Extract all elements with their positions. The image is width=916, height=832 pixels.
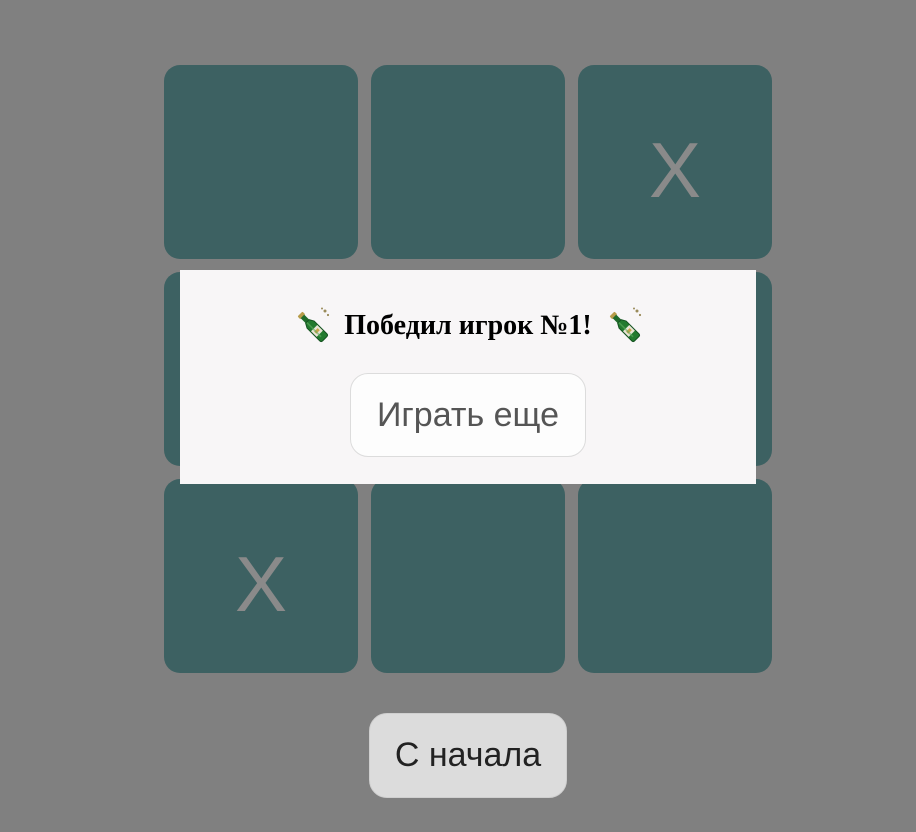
board-cell-9[interactable]	[578, 479, 772, 673]
champagne-bottle-icon	[292, 306, 332, 346]
restart-button[interactable]: С начала	[369, 713, 567, 798]
board-cell-7[interactable]: X	[164, 479, 358, 673]
win-message: Победил игрок №1!	[292, 306, 644, 346]
play-again-button[interactable]: Играть еще	[350, 373, 586, 457]
champagne-bottle-icon	[604, 306, 644, 346]
board-cell-1[interactable]	[164, 65, 358, 259]
board-cell-3[interactable]: X	[578, 65, 772, 259]
board-cell-2[interactable]	[371, 65, 565, 259]
board-cell-8[interactable]	[371, 479, 565, 673]
win-message-text: Победил игрок №1!	[344, 310, 592, 341]
win-modal: Победил игрок №1! Играть еще	[180, 270, 756, 484]
